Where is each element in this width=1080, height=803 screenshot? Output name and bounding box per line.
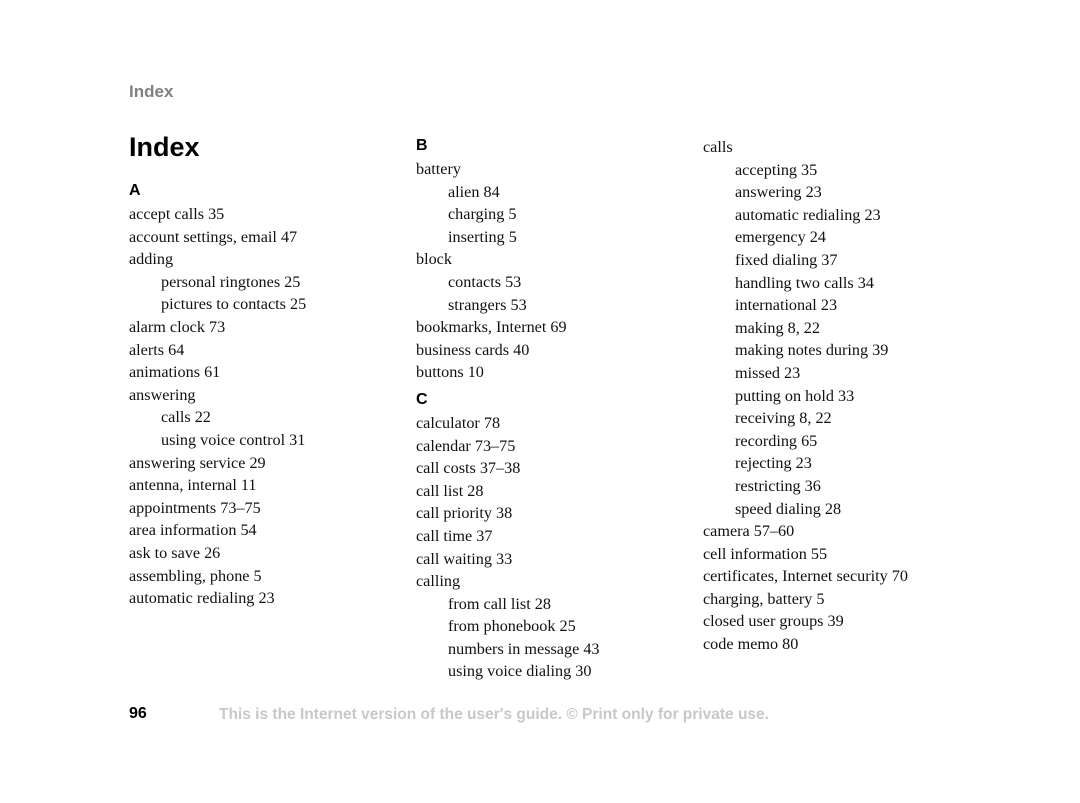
- index-column-3: calls accepting 35 answering 23 automatic r…: [703, 136, 908, 656]
- index-subentry: inserting 5: [448, 227, 517, 246]
- index-subentry: pictures to contacts 25: [161, 295, 307, 314]
- index-entry: closed user groups 39: [703, 612, 844, 631]
- index-entry: charging, battery 5: [703, 589, 825, 608]
- index-entry: buttons 10: [416, 363, 484, 382]
- index-subentry: alien 84: [448, 182, 500, 201]
- index-entry: code memo 80: [703, 635, 799, 654]
- index-entry: business cards 40: [416, 340, 530, 359]
- index-entry: account settings, email 47: [129, 227, 298, 246]
- index-entry: call priority 38: [416, 504, 513, 523]
- index-entry: calendar 73–75: [416, 436, 516, 455]
- page-title: Index: [129, 132, 200, 162]
- page-number: 96: [129, 705, 147, 722]
- index-entry: alerts 64: [129, 340, 185, 359]
- running-head: Index: [129, 82, 174, 101]
- index-subentry: speed dialing 28: [735, 499, 842, 518]
- index-entry: appointments 73–75: [129, 498, 261, 517]
- index-entry: call costs 37–38: [416, 459, 521, 478]
- index-column-2: Bbattery alien 84 charging 5 inserting 5 blo…: [416, 136, 600, 683]
- footer-note: This is the Internet version of the user…: [219, 706, 769, 723]
- index-entry: bookmarks, Internet 69: [416, 318, 567, 337]
- index-subentry: using voice dialing 30: [448, 662, 592, 681]
- index-entry: block: [416, 250, 452, 269]
- index-entry: area information 54: [129, 521, 257, 540]
- index-subentry: fixed dialing 37: [735, 250, 838, 269]
- index-subentry: making 8, 22: [735, 318, 820, 337]
- index-subentry: recording 65: [735, 431, 818, 450]
- index-subentry: strangers 53: [448, 295, 527, 314]
- index-subentry: emergency 24: [735, 228, 826, 247]
- index-subentry: calls 22: [161, 408, 211, 427]
- index-entry: camera 57–60: [703, 522, 795, 541]
- index-subentry: from phonebook 25: [448, 617, 576, 636]
- index-entry: accept calls 35: [129, 205, 225, 223]
- index-entry: automatic redialing 23: [129, 589, 275, 608]
- index-subentry: international 23: [735, 296, 838, 315]
- index-subentry: receiving 8, 22: [735, 409, 832, 428]
- index-entry: alarm clock 73: [129, 317, 226, 336]
- index-subentry: personal ringtones 25: [161, 272, 301, 291]
- index-subentry: making notes during 39: [735, 341, 889, 360]
- index-entry: ask to save 26: [129, 543, 221, 562]
- index-entry: adding: [129, 250, 174, 269]
- index-subentry: accepting 35: [735, 160, 818, 179]
- index-subentry: restricting 36: [735, 476, 821, 495]
- index-subentry: handling two calls 34: [735, 273, 874, 292]
- index-subentry: contacts 53: [448, 272, 522, 291]
- index-entry: calculator 78: [416, 413, 501, 432]
- index-entry: answering service 29: [129, 453, 266, 472]
- index-entry: certificates, Internet security 70: [703, 567, 908, 586]
- index-subentry: automatic redialing 23: [735, 205, 881, 224]
- index-entry: calls: [703, 138, 733, 156]
- index-subentry: rejecting 23: [735, 454, 812, 473]
- index-subentry: using voice control 31: [161, 430, 306, 449]
- index-column-1: Aaccept calls 35 account settings, email …: [129, 181, 306, 610]
- index-subentry: missed 23: [735, 363, 801, 382]
- section-letter: C: [416, 390, 428, 408]
- index-entry: animations 61: [129, 363, 221, 382]
- index-subentry: numbers in message 43: [448, 639, 600, 658]
- index-entry: call waiting 33: [416, 549, 513, 568]
- index-entry: answering: [129, 385, 196, 404]
- index-subentry: putting on hold 33: [735, 386, 855, 405]
- section-letter: B: [416, 137, 428, 154]
- index-entry: antenna, internal 11: [129, 476, 257, 495]
- index-subentry: from call list 28: [448, 594, 551, 613]
- index-entry: call time 37: [416, 526, 493, 545]
- index-subentry: answering 23: [735, 183, 822, 202]
- section-letter: A: [129, 182, 141, 199]
- index-entry: battery: [416, 160, 461, 178]
- index-subentry: charging 5: [448, 205, 517, 224]
- index-entry: calling: [416, 572, 461, 591]
- index-entry: call list 28: [416, 481, 484, 500]
- index-entry: assembling, phone 5: [129, 566, 262, 585]
- index-entry: cell information 55: [703, 544, 828, 563]
